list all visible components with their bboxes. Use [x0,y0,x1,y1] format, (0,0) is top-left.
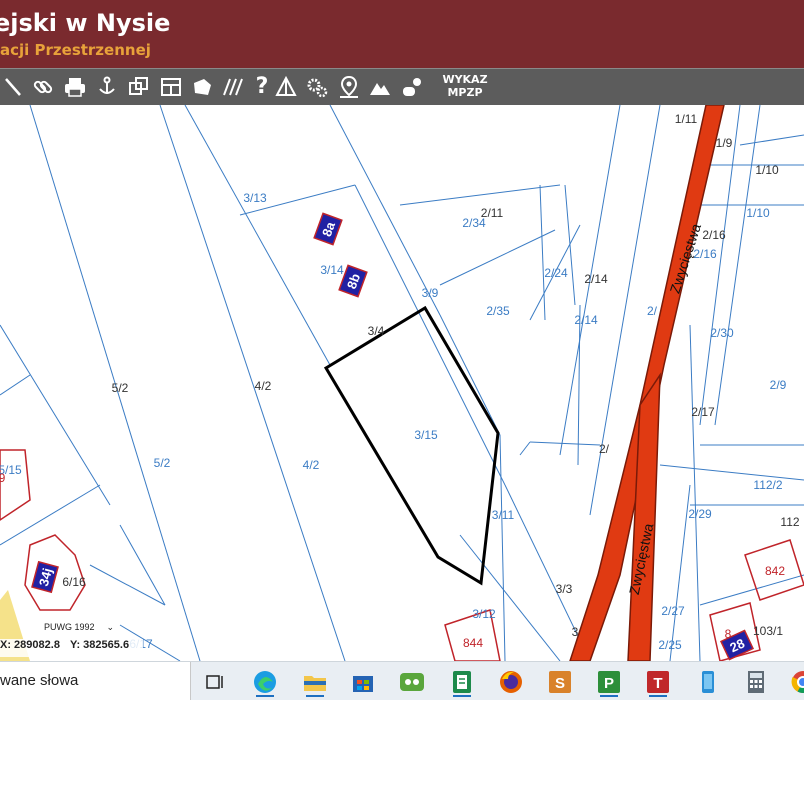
parcel-label: 4/2 [255,379,272,393]
firefox-icon[interactable] [496,667,526,697]
parcel-label: 3/13 [243,191,267,205]
search-text: wane słowa [0,672,79,689]
parcel-label: 1/10 [755,163,779,177]
chrome-icon[interactable] [788,667,804,697]
phone-icon[interactable] [693,667,723,697]
parcel-label: 2/16 [702,228,726,242]
coord-y: Y: 382565.6 [69,639,130,651]
address-badge: 8a [313,212,343,246]
parcel-label: 3/12 [472,607,496,621]
coord-x: X: 289082.8 [0,639,60,651]
windows-taskbar: wane słowa S P T [0,661,804,700]
terrain-icon[interactable] [368,75,392,99]
settings-icon[interactable] [305,75,329,99]
header-subtitle: acji Przestrzennej [0,41,151,59]
wykaz-label: WYKAZ [442,73,488,86]
parcel-label: 2/ [647,304,658,318]
wykaz-mpzp-button[interactable]: WYKAZ MPZP [436,73,494,101]
coordinate-readout: X: 289082.8 Y: 382565.6 [0,639,144,657]
location-icon[interactable] [337,75,361,99]
map-toolbar: ? WYKAZ MPZP [0,68,804,106]
parcel-label: 3/14 [320,263,344,277]
parcel-label: 2/16 [693,247,717,261]
file-explorer-icon[interactable] [300,667,330,697]
edge-active-indicator [256,695,274,697]
svg-text:T: T [653,675,662,692]
parcel-label: 3/15 [414,428,438,442]
svg-text:S: S [555,675,565,692]
app-p-active-indicator [600,695,618,697]
crs-selector[interactable]: PUWG 1992 ⌄ [40,622,119,633]
parcel-label: 2/17 [691,405,715,419]
measure-link-icon[interactable] [31,75,55,99]
notes-icon[interactable] [447,667,477,697]
task-view-icon[interactable] [200,667,230,697]
user-pin-icon[interactable] [400,75,424,99]
notes-active-indicator [453,695,471,697]
mpzp-label: MPZP [447,86,483,99]
parcel-label: 1/10 [746,206,770,220]
measure-line-icon[interactable] [0,75,24,99]
parcel-label: 6/16 [62,575,86,589]
anchor-icon[interactable] [95,75,119,99]
header-title: ejski w Nysie [0,9,171,37]
app-t-active-indicator [649,695,667,697]
parcel-label: 4/2 [303,458,320,472]
building-label: 844 [463,636,483,650]
store-icon[interactable] [348,667,378,697]
parcel-label: 3 [572,625,579,639]
parcel-label: 2/ [599,442,610,456]
parcel-label: 2/35 [486,304,510,318]
parcel-label: 2/27 [661,604,685,618]
parcel-label: 2/24 [544,266,568,280]
app-green-icon[interactable] [397,667,427,697]
help-icon[interactable]: ? [250,75,274,99]
chevron-down-icon: ⌄ [106,622,115,632]
map-canvas[interactable]: 3/13 2/11 2/34 3/14 3/9 2/24 2/14 2/35 2/14 3/4 5/… [0,105,804,661]
selected-parcel-outline [323,305,500,586]
print-icon[interactable] [63,75,87,99]
app-t-icon[interactable]: T [643,667,673,697]
parcel-label: 2/25 [658,638,682,652]
empty-area [0,700,804,804]
taskbar-search-box[interactable]: wane słowa [0,662,191,700]
parcel-label: 2/14 [584,272,608,286]
parcel-label: 1/9 [716,136,733,150]
parcel-label: 2/29 [688,507,712,521]
hatch-icon[interactable] [221,75,245,99]
edge-icon[interactable] [250,667,280,697]
street-zwyciestwa [569,105,725,661]
parcel-label: 1/11 [675,112,698,126]
app-s-icon[interactable]: S [545,667,575,697]
parcel-label: 3/11 [492,508,515,522]
crs-label: PUWG 1992 [44,622,95,632]
parcel-label: 2/9 [770,378,787,392]
parcel-label: 112/2 [753,478,782,492]
parcel-label: 3/4 [368,324,385,338]
building-label: 842 [765,564,785,578]
svg-text:P: P [604,675,614,692]
parcel-label: 112 [780,515,799,529]
buildings [0,449,804,661]
parcel-label: 3/3 [556,582,573,596]
parcel-label: 3/9 [422,286,439,300]
parcel-label: 5/2 [112,381,129,395]
explorer-active-indicator [306,695,324,697]
calculator-icon[interactable] [741,667,771,697]
building-label: 9 [0,471,6,485]
address-badge: 34j [31,560,59,594]
area-icon[interactable] [190,75,214,99]
layout-icon[interactable] [159,75,183,99]
layers-icon[interactable] [127,75,151,99]
parcel-label: 2/30 [710,326,734,340]
app-header: ejski w Nysie acji Przestrzennej [0,0,804,68]
layer-info-icon[interactable] [274,75,298,99]
parcel-label: 2/34 [462,216,486,230]
app-p-icon[interactable]: P [594,667,624,697]
parcel-label: 103/1 [753,624,783,638]
parcel-label: 2/14 [574,313,598,327]
parcel-label: 5/2 [154,456,171,470]
